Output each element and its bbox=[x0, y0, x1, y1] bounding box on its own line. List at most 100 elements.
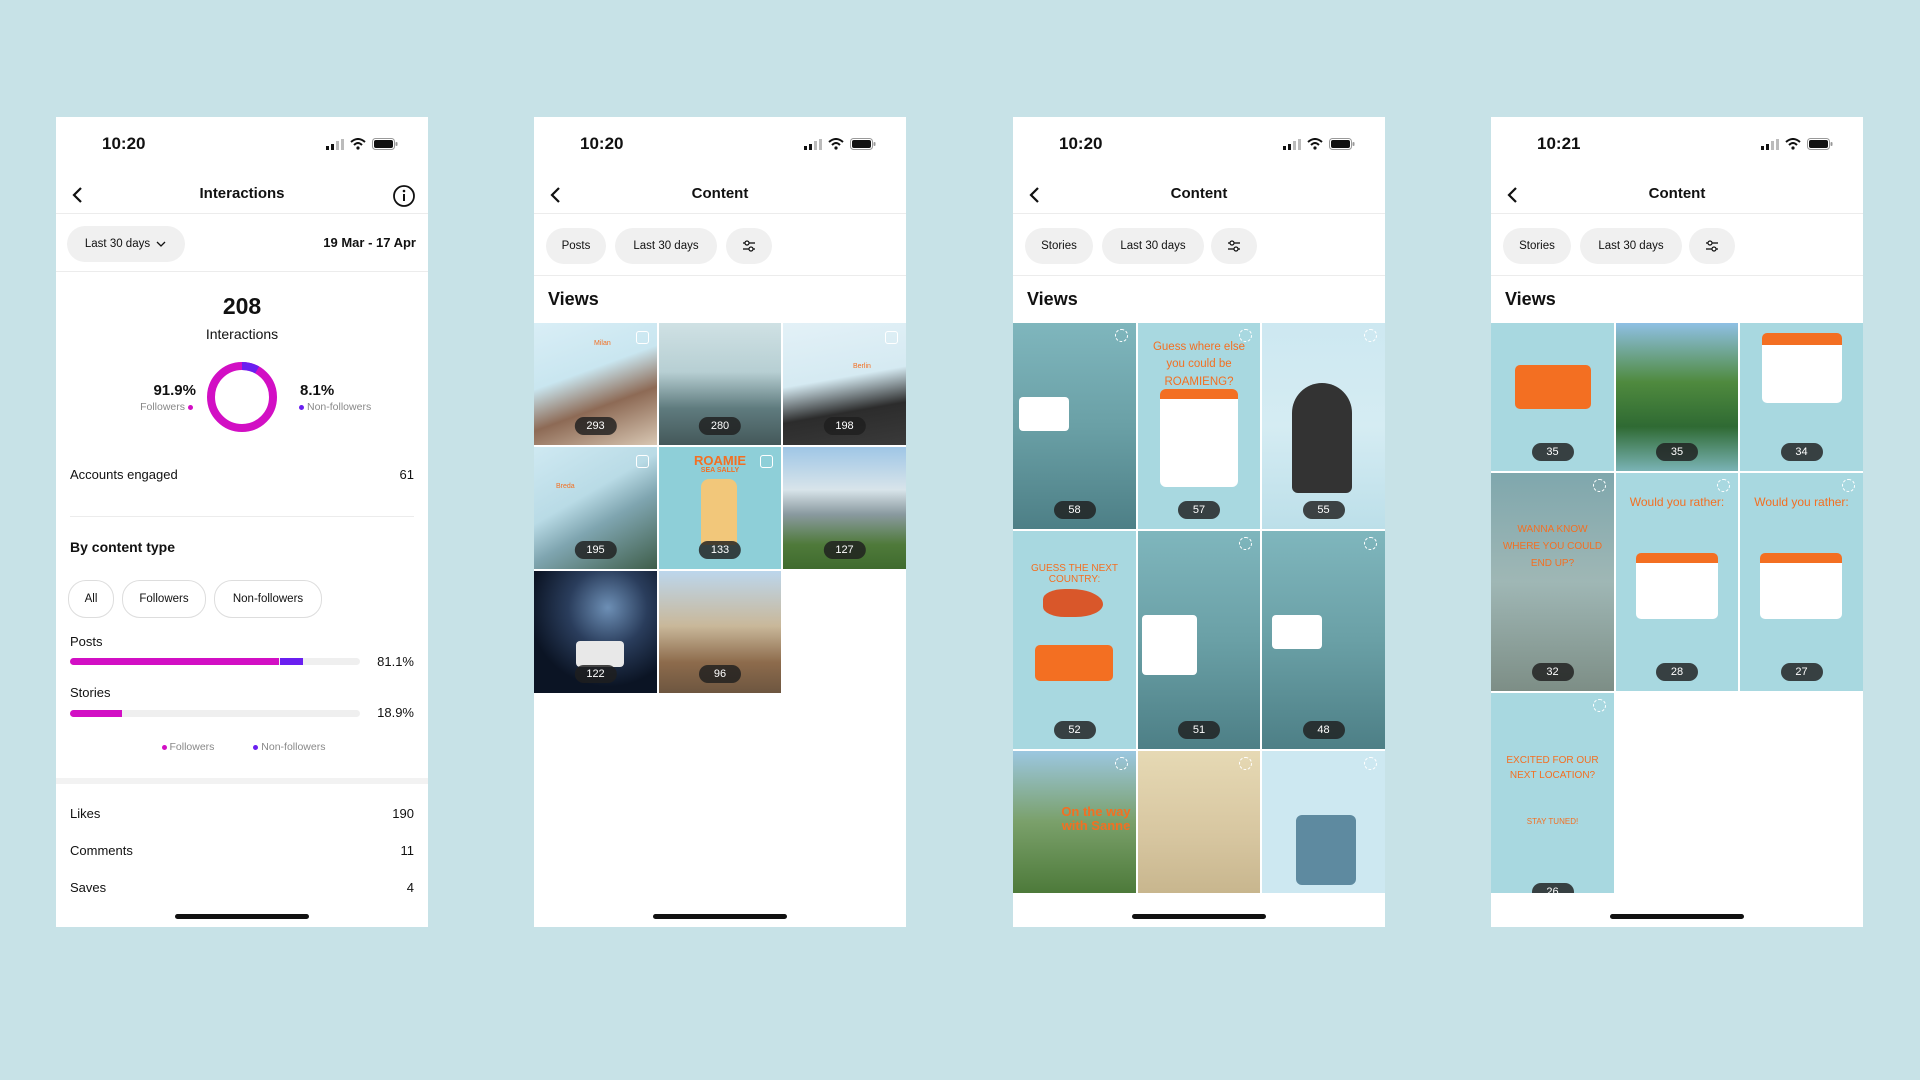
story-tile[interactable]: 48 bbox=[1262, 531, 1385, 749]
sliders-icon bbox=[1706, 240, 1718, 252]
story-tile[interactable]: Guess where else you could be ROAMIENG? … bbox=[1138, 323, 1260, 529]
section-by-content-type: By content type bbox=[70, 539, 176, 555]
filter-stories[interactable]: Stories bbox=[1503, 228, 1571, 264]
wifi-icon bbox=[350, 138, 366, 150]
wifi-icon bbox=[1785, 138, 1801, 150]
carousel-icon bbox=[885, 331, 898, 344]
story-ring-icon bbox=[1115, 757, 1128, 770]
views-count: 28 bbox=[1656, 663, 1698, 681]
post-tile[interactable]: 122 bbox=[534, 571, 657, 693]
story-headline: WANNA KNOW WHERE YOU COULD END UP? bbox=[1502, 524, 1603, 569]
story-tile[interactable]: On the way with Sanne bbox=[1013, 751, 1136, 893]
story-question-card bbox=[1035, 645, 1113, 681]
post-tile[interactable]: 96 bbox=[659, 571, 781, 693]
post-tile[interactable]: Breda 195 bbox=[534, 447, 657, 569]
likes-value: 190 bbox=[392, 806, 414, 821]
post-tile[interactable]: ROAMIE SEA SALLY 133 bbox=[659, 447, 781, 569]
filter-followers[interactable]: Followers bbox=[122, 580, 206, 618]
views-count: 26 bbox=[1531, 883, 1574, 893]
status-bar: 10:20 bbox=[56, 134, 428, 158]
filter-settings-button[interactable] bbox=[1689, 228, 1735, 264]
story-figure bbox=[1292, 383, 1352, 493]
accounts-engaged-value: 61 bbox=[399, 467, 414, 482]
followers-pct: 91.9% bbox=[153, 382, 196, 399]
likes-label: Likes bbox=[70, 806, 101, 821]
status-time: 10:20 bbox=[580, 134, 624, 153]
views-count: 57 bbox=[1178, 501, 1220, 519]
filter-settings-button[interactable] bbox=[726, 228, 772, 264]
story-tile[interactable]: 34 bbox=[1740, 323, 1863, 471]
nonfollowers-legend: Non-followers bbox=[296, 401, 371, 413]
filter-settings-button[interactable] bbox=[1211, 228, 1257, 264]
filter-posts[interactable]: Posts bbox=[546, 228, 606, 264]
donut-followers-arc bbox=[207, 362, 277, 432]
posts-nonfollowers-seg bbox=[279, 658, 304, 665]
story-poll-card bbox=[1160, 389, 1238, 487]
filter-period[interactable]: Last 30 days bbox=[615, 228, 717, 264]
story-tile[interactable]: 35 bbox=[1491, 323, 1614, 471]
post-tile[interactable]: Berlin 198 bbox=[783, 323, 906, 445]
story-tile[interactable]: EXCITED FOR OUR NEXT LOCATION? STAY TUNE… bbox=[1491, 693, 1614, 893]
post-tile[interactable]: Milan 293 bbox=[534, 323, 657, 445]
story-ring-icon bbox=[1364, 757, 1377, 770]
story-headline: EXCITED FOR OUR NEXT LOCATION? bbox=[1506, 755, 1599, 781]
status-bar: 10:20 bbox=[534, 134, 906, 158]
stories-value: 18.9% bbox=[377, 705, 414, 720]
battery-icon bbox=[850, 138, 876, 150]
saves-label: Saves bbox=[70, 880, 107, 895]
tile-caption: Breda bbox=[556, 483, 575, 490]
bar-legend: Followers Non-followers bbox=[56, 741, 428, 753]
story-ring-icon bbox=[1115, 329, 1128, 342]
tile-caption: Berlin bbox=[853, 363, 871, 370]
illustration bbox=[576, 641, 624, 667]
sliders-icon bbox=[1228, 240, 1240, 252]
filter-all[interactable]: All bbox=[68, 580, 114, 618]
filter-period[interactable]: Last 30 days bbox=[1102, 228, 1204, 264]
stories-bar bbox=[70, 710, 360, 717]
story-tile[interactable]: Would you rather: 27 bbox=[1740, 473, 1863, 691]
phone-content-stories: 10:20 Content Stories Last 30 days Views… bbox=[1013, 117, 1385, 927]
story-tile[interactable]: 35 bbox=[1616, 323, 1738, 471]
story-tile[interactable]: WANNA KNOW WHERE YOU COULD END UP? 32 bbox=[1491, 473, 1614, 691]
story-ring-icon bbox=[1239, 537, 1252, 550]
story-tile[interactable]: GUESS THE NEXT COUNTRY: 52 bbox=[1013, 531, 1136, 749]
carousel-icon bbox=[636, 331, 649, 344]
story-tile[interactable]: 55 bbox=[1262, 323, 1385, 529]
period-dropdown[interactable]: Last 30 days bbox=[67, 226, 185, 262]
sliders-icon bbox=[743, 240, 755, 252]
filter-nonfollowers[interactable]: Non-followers bbox=[214, 580, 322, 618]
home-indicator bbox=[1610, 914, 1744, 919]
battery-icon bbox=[1807, 138, 1833, 150]
story-ring-icon bbox=[1364, 329, 1377, 342]
filter-period[interactable]: Last 30 days bbox=[1580, 228, 1682, 264]
date-range: 19 Mar - 17 Apr bbox=[323, 235, 416, 250]
story-subtext: STAY TUNED! bbox=[1526, 817, 1579, 826]
story-tile[interactable] bbox=[1138, 751, 1260, 893]
story-ring-icon bbox=[1239, 329, 1252, 342]
story-headline: Guess where else you could be ROAMIENG? bbox=[1152, 341, 1246, 388]
story-tile[interactable] bbox=[1262, 751, 1385, 893]
story-tile[interactable]: 58 bbox=[1013, 323, 1136, 529]
views-count: 27 bbox=[1780, 663, 1823, 681]
story-sticker bbox=[1019, 397, 1069, 431]
comments-label: Comments bbox=[70, 843, 133, 858]
nonfollowers-dot bbox=[299, 404, 304, 410]
info-icon[interactable] bbox=[392, 184, 416, 208]
carousel-icon bbox=[636, 455, 649, 468]
signal-icon bbox=[804, 138, 822, 150]
story-tile[interactable]: 51 bbox=[1138, 531, 1260, 749]
views-count: 32 bbox=[1531, 663, 1574, 681]
post-tile[interactable]: 280 bbox=[659, 323, 781, 445]
carousel-icon bbox=[760, 455, 773, 468]
status-bar: 10:20 bbox=[1013, 134, 1385, 158]
interactions-total: 208 bbox=[222, 293, 262, 319]
page-title: Content bbox=[1648, 185, 1706, 202]
home-indicator bbox=[1132, 914, 1266, 919]
home-indicator bbox=[175, 914, 309, 919]
story-headline: Would you rather: bbox=[1629, 495, 1725, 509]
post-tile[interactable]: 127 bbox=[783, 447, 906, 569]
story-tile[interactable]: Would you rather: 28 bbox=[1616, 473, 1738, 691]
posts-bar bbox=[70, 658, 360, 665]
story-headline: On the way with Sanne bbox=[1061, 804, 1131, 834]
filter-stories[interactable]: Stories bbox=[1025, 228, 1093, 264]
